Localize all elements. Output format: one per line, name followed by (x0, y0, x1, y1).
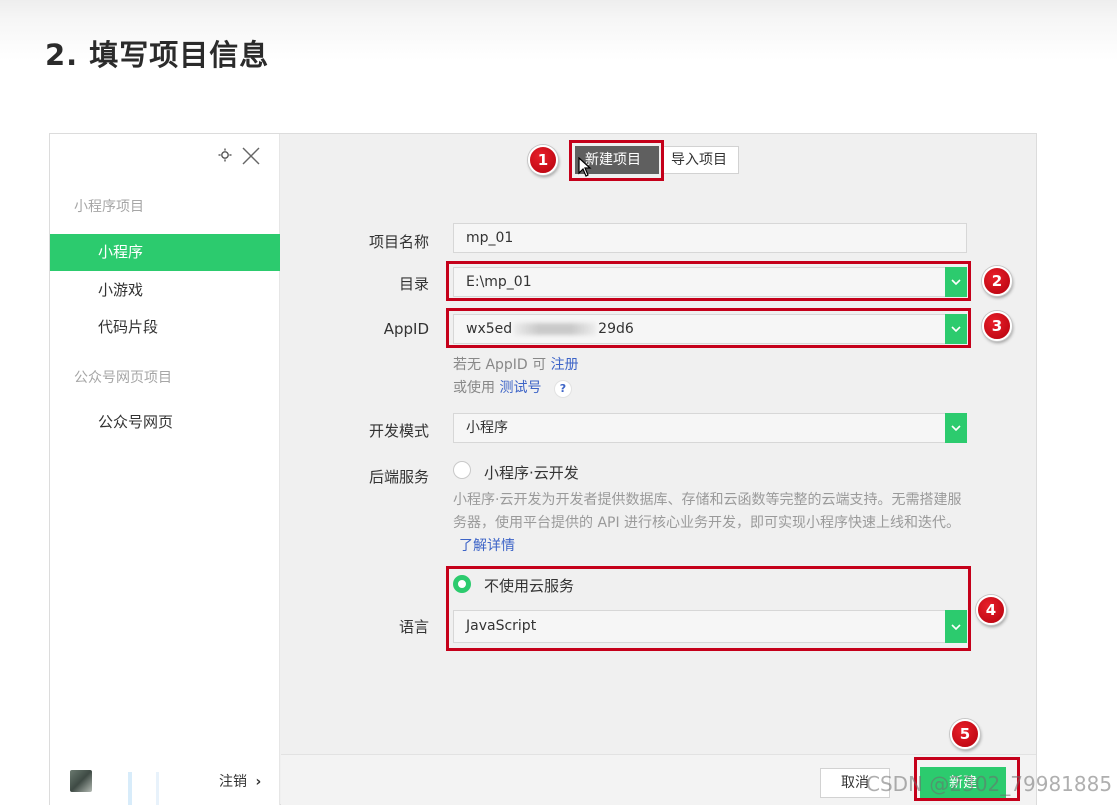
test-account-link[interactable]: 测试号 (499, 380, 541, 396)
language-value: JavaScript (466, 618, 537, 634)
radio-cloud-dev[interactable] (453, 461, 471, 479)
radio-cloud-dev-label: 小程序·云开发 (484, 464, 579, 482)
radio-no-cloud[interactable] (453, 575, 471, 593)
language-select[interactable]: JavaScript (453, 610, 967, 643)
dev-mode-value: 小程序 (466, 420, 508, 436)
cloud-dev-description-text: 小程序·云开发为开发者提供数据库、存储和云函数等完整的云端支持。无需搭建服务器，… (453, 492, 962, 531)
chevron-right-icon: › (255, 774, 262, 790)
sidebar: 小程序项目 小程序 小游戏 代码片段 公众号网页项目 公众号网页 注销 › (50, 134, 280, 805)
register-link[interactable]: 注册 (551, 357, 579, 373)
blurred-ui-fragment (128, 772, 132, 805)
dev-mode-select[interactable]: 小程序 (453, 413, 967, 443)
watermark: CSDN @2302_79981885 (866, 772, 1113, 796)
directory-value: E:\mp_01 (466, 274, 532, 290)
appid-select[interactable]: wx5ed 29d6 (453, 314, 967, 344)
close-icon[interactable] (241, 146, 261, 166)
step-badge-4: 4 (976, 595, 1006, 625)
sidebar-item-code-snippet[interactable]: 代码片段 (50, 309, 280, 346)
tab-import-project[interactable]: 导入项目 (661, 146, 739, 174)
blurred-ui-fragment (156, 772, 159, 805)
language-label: 语言 (398, 618, 429, 636)
logout-link[interactable]: 注销 › (219, 771, 261, 791)
directory-label: 目录 (398, 275, 429, 293)
avatar[interactable] (70, 770, 92, 792)
project-name-label: 项目名称 (368, 233, 429, 251)
project-name-input[interactable]: mp_01 (453, 223, 967, 253)
gear-icon[interactable] (218, 148, 232, 162)
cloud-dev-description: 小程序·云开发为开发者提供数据库、存储和云函数等完整的云端支持。无需搭建服务器，… (453, 489, 973, 558)
sidebar-item-official-web[interactable]: 公众号网页 (50, 404, 280, 441)
sidebar-item-mini-game[interactable]: 小游戏 (50, 272, 280, 309)
sidebar-item-mini-program[interactable]: 小程序 (50, 234, 280, 271)
dev-mode-label: 开发模式 (368, 422, 429, 440)
sidebar-footer: 注销 › (50, 762, 280, 805)
appid-hint-text: 若无 AppID 可 (453, 357, 547, 373)
sidebar-group-web: 公众号网页项目 (74, 370, 172, 386)
step-badge-1: 1 (528, 145, 558, 175)
mouse-cursor-icon (578, 157, 592, 177)
sidebar-group-mini-program: 小程序项目 (74, 199, 144, 215)
appid-prefix: wx5ed (466, 321, 513, 337)
appid-suffix: 29d6 (598, 321, 634, 337)
backend-label: 后端服务 (368, 468, 429, 486)
chevron-down-icon[interactable] (945, 610, 967, 643)
appid-redacted (514, 323, 597, 335)
logout-label: 注销 (219, 774, 247, 790)
step-badge-5: 5 (950, 719, 980, 749)
slide-title: 2. 填写项目信息 (45, 38, 270, 72)
test-account-hint: 或使用 测试号 ? (453, 377, 572, 398)
step-badge-2: 2 (982, 266, 1012, 296)
step-badge-3: 3 (982, 311, 1012, 341)
ide-new-project-window: 小程序项目 小程序 小游戏 代码片段 公众号网页项目 公众号网页 注销 › 新建… (49, 133, 1037, 805)
project-name-value: mp_01 (466, 230, 514, 246)
chevron-down-icon[interactable] (945, 413, 967, 443)
test-hint-text: 或使用 (453, 380, 495, 396)
appid-register-hint: 若无 AppID 可 注册 (453, 354, 579, 374)
appid-label: AppID (383, 320, 429, 338)
radio-no-cloud-label: 不使用云服务 (484, 577, 575, 595)
learn-more-link[interactable]: 了解详情 (459, 538, 515, 554)
help-icon[interactable]: ? (553, 380, 572, 398)
chevron-down-icon[interactable] (945, 267, 967, 297)
directory-select[interactable]: E:\mp_01 (453, 267, 967, 297)
chevron-down-icon[interactable] (945, 314, 967, 344)
